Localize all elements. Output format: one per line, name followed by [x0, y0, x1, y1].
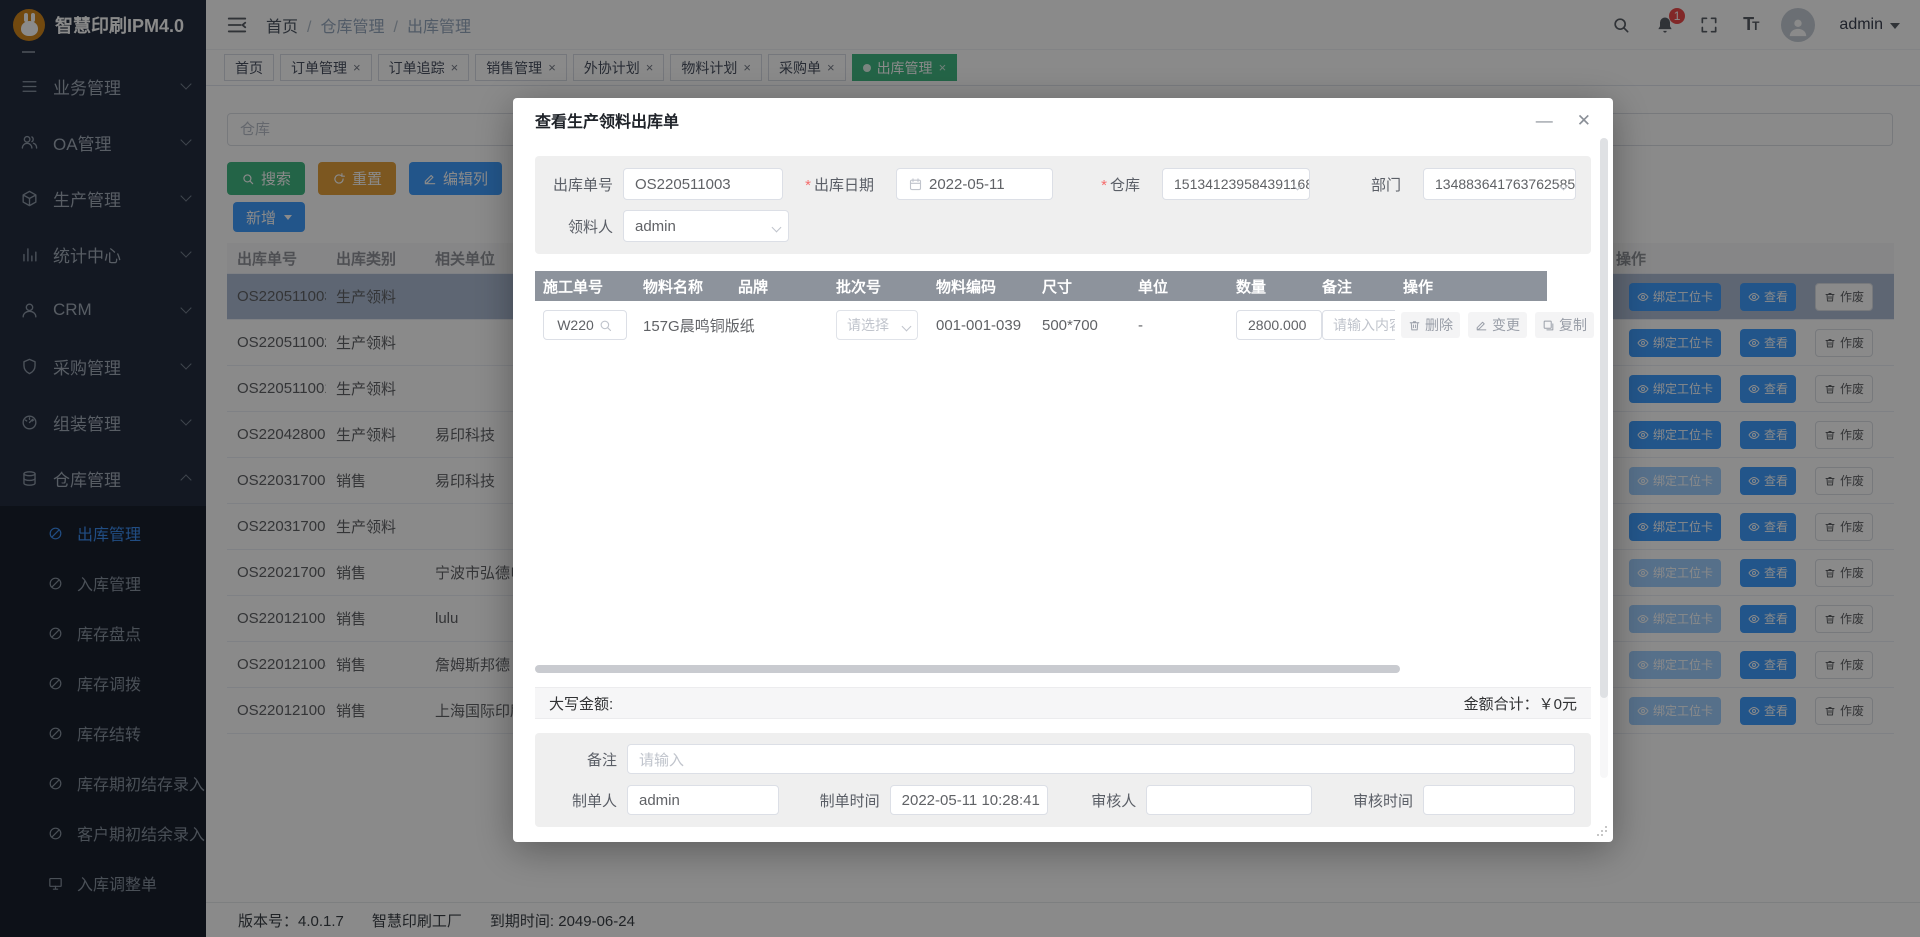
material-name: 157G晨鸣铜版纸 — [635, 315, 730, 336]
make-time-field[interactable]: 2022-05-11 10:28:41 — [890, 785, 1048, 815]
auditor-field[interactable] — [1146, 785, 1312, 815]
picker-label: 领料人 — [535, 216, 623, 237]
remark-input[interactable]: 请输入 — [627, 744, 1575, 774]
col-remark: 备注 — [1314, 276, 1395, 297]
col-code: 物料编码 — [928, 276, 1034, 297]
horizontal-scrollbar[interactable] — [535, 665, 1400, 673]
remark-label: 备注 — [551, 749, 627, 770]
col-size: 尺寸 — [1034, 276, 1130, 297]
work-no-input[interactable]: W220 — [543, 310, 627, 340]
sticky-actions-column: 删除 变更 复制 — [1395, 301, 1565, 661]
dept-label: 部门 — [1310, 174, 1411, 195]
warehouse-select[interactable]: 151341239584391168 — [1162, 168, 1310, 200]
col-unit: 单位 — [1130, 276, 1228, 297]
audit-time-label: 审核时间 — [1335, 790, 1423, 811]
auditor-label: 审核人 — [1070, 790, 1146, 811]
amount-summary-bar: 大写金额: 金额合计：￥0元 — [535, 687, 1591, 719]
dialog-header[interactable]: 查看生产领料出库单 — [513, 98, 1613, 136]
dept-select[interactable]: 134883641763762585 — [1423, 168, 1576, 200]
edit-icon — [1475, 319, 1488, 332]
search-icon — [598, 318, 613, 333]
col-actions: 操作 — [1395, 276, 1547, 297]
picker-select[interactable]: admin — [623, 210, 789, 242]
vertical-scrollbar[interactable] — [1600, 138, 1608, 778]
chevron-down-icon — [902, 322, 912, 332]
scrollbar-thumb[interactable] — [1600, 138, 1608, 698]
resize-handle[interactable] — [1596, 825, 1608, 837]
change-line-button[interactable]: 变更 — [1468, 312, 1527, 338]
view-outbound-order-dialog: 查看生产领料出库单 出库单号 OS220511003 出库日期 2022-05-… — [513, 98, 1613, 842]
delete-line-button[interactable]: 删除 — [1401, 312, 1460, 338]
col-work-no: 施工单号 — [535, 276, 635, 297]
col-qty: 数量 — [1228, 276, 1314, 297]
lines-header-row: 施工单号 物料名称 品牌 批次号 物料编码 尺寸 单位 数量 备注 操作 — [535, 271, 1547, 301]
quantity-input[interactable]: 2800.000 — [1236, 310, 1322, 340]
copy-icon — [1542, 319, 1555, 332]
material-lines-table: 施工单号 物料名称 品牌 批次号 物料编码 尺寸 单位 数量 备注 操作 W22… — [535, 271, 1591, 673]
caps-amount-label: 大写金额: — [549, 693, 613, 714]
dialog-title: 查看生产领料出库单 — [535, 108, 679, 132]
maker-field[interactable]: admin — [627, 785, 779, 815]
trash-icon — [1408, 319, 1421, 332]
order-info-panel: 出库单号 OS220511003 出库日期 2022-05-11 仓库 1513… — [535, 156, 1591, 254]
material-code: 001-001-039 — [928, 317, 1034, 334]
make-time-label: 制单时间 — [802, 790, 890, 811]
date-label: 出库日期 — [804, 174, 884, 195]
size-cell: 500*700 — [1034, 317, 1130, 334]
col-batch: 批次号 — [828, 276, 928, 297]
footer-info-panel: 备注 请输入 制单人 admin 制单时间 2022-05-11 10:28:4… — [535, 733, 1591, 827]
unit-cell: - — [1130, 317, 1228, 334]
close-icon[interactable] — [1577, 112, 1591, 129]
order-no-field[interactable]: OS220511003 — [623, 168, 783, 200]
copy-line-button[interactable]: 复制 — [1535, 312, 1594, 338]
total-amount: 金额合计：￥0元 — [1464, 693, 1577, 714]
minimize-icon[interactable] — [1536, 112, 1553, 129]
warehouse-label: 仓库 — [1053, 174, 1150, 195]
maker-label: 制单人 — [551, 790, 627, 811]
order-no-label: 出库单号 — [535, 174, 623, 195]
date-field[interactable]: 2022-05-11 — [896, 168, 1053, 200]
calendar-icon — [908, 177, 923, 192]
chevron-down-icon — [772, 223, 782, 233]
col-brand: 品牌 — [730, 276, 828, 297]
batch-select[interactable]: 请选择 — [836, 310, 918, 340]
col-material: 物料名称 — [635, 276, 730, 297]
audit-time-field[interactable] — [1423, 785, 1575, 815]
